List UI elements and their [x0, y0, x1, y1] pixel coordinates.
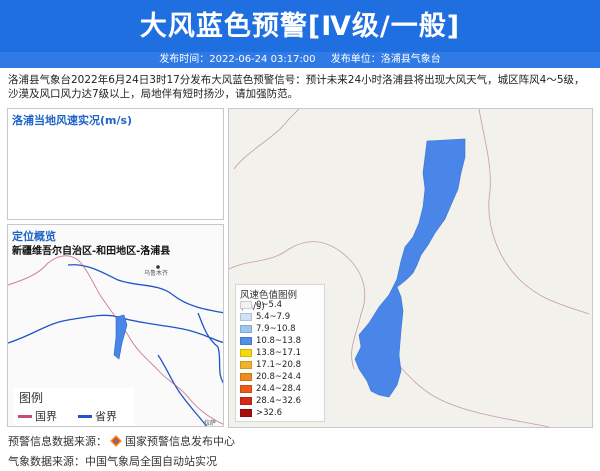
- legend-national-border: 国界: [18, 408, 57, 424]
- weather-data-source: 气象数据来源：中国气象局全国自动站实况: [8, 455, 217, 468]
- wind-speed-panel: 洛浦当地风速实况(m/s): [7, 108, 224, 220]
- warning-title: 大风蓝色预警[Ⅳ级/一般]: [139, 11, 461, 42]
- map-legend: 图例 国界 省界: [14, 388, 134, 426]
- wind-legend-item: 10.8~13.8: [240, 336, 301, 346]
- publish-time: 发布时间：2022-06-24 03:17:00: [159, 54, 316, 65]
- publisher: 发布单位：洛浦县气象台: [330, 54, 441, 65]
- wind-map-panel: 风速色值图例 (m/s) 0~5.4 5.4~7.9 7.9~10.8 10.8…: [228, 108, 593, 428]
- background-boundary: [478, 109, 590, 315]
- wind-legend-item: 13.8~17.1: [240, 348, 301, 358]
- wind-speed-title: 洛浦当地风速实况(m/s): [12, 114, 133, 127]
- wind-legend-item: 28.4~32.6: [240, 396, 301, 406]
- province-border: [157, 354, 208, 426]
- wind-legend-item: 5.4~7.9: [240, 312, 290, 322]
- region-path: 新疆维吾尔自治区-和田地区-洛浦县: [12, 246, 171, 257]
- wind-legend-item: 17.1~20.8: [240, 360, 301, 370]
- wind-legend-item: 20.8~24.4: [240, 372, 301, 382]
- wind-legend-item: 0~5.4: [240, 300, 282, 310]
- province-border-swatch: [78, 414, 92, 418]
- city-label-top: 乌鲁木齐: [144, 269, 168, 277]
- map-legend-title: 图例: [19, 391, 44, 405]
- city-marker: [156, 265, 160, 269]
- city-label-bottom: 拉萨: [204, 419, 216, 427]
- province-border: [197, 312, 223, 384]
- county-highlight: [113, 314, 128, 360]
- national-border-swatch: [18, 414, 32, 418]
- wind-legend-item: 7.9~10.8: [240, 324, 296, 334]
- wind-color-legend: 风速色值图例 (m/s) 0~5.4 5.4~7.9 7.9~10.8 10.8…: [235, 284, 325, 422]
- warning-banner: 大风蓝色预警[Ⅳ级/一般]: [0, 0, 600, 52]
- warning-meta: 发布时间：2022-06-24 03:17:00 发布单位：洛浦县气象台: [0, 52, 600, 68]
- warning-description: 洛浦县气象台2022年6月24日3时17分发布大风蓝色预警信号：预计未来24小时…: [8, 74, 585, 100]
- wind-legend-item: 24.4~28.4: [240, 384, 301, 394]
- warning-center-logo-icon: [110, 435, 122, 447]
- background-boundary: [233, 109, 300, 170]
- legend-province-border: 省界: [78, 408, 117, 424]
- luopu-county-region: [354, 138, 466, 398]
- warning-source: 预警信息数据来源： 国家预警信息发布中心: [8, 433, 235, 449]
- warning-source-name[interactable]: 国家预警信息发布中心: [125, 433, 235, 449]
- location-overview-panel: 乌鲁木齐 拉萨 定位概览 新疆维吾尔自治区-和田地区-洛浦县 图例 国界 省界: [7, 224, 224, 427]
- wind-legend-item: >32.6: [240, 408, 282, 418]
